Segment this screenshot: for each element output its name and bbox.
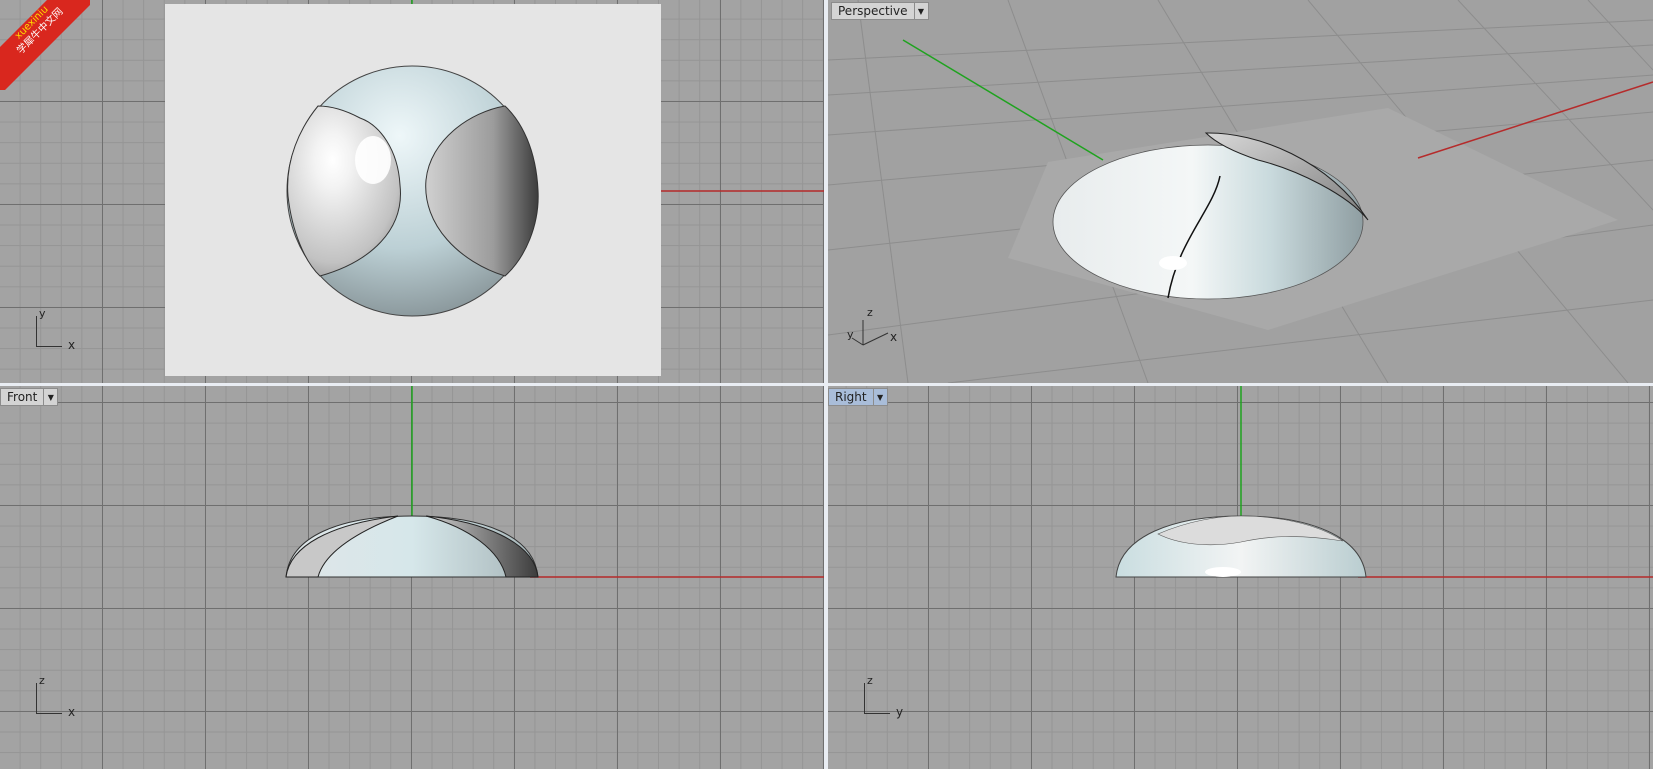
perspective-axis-indicator (851, 320, 889, 346)
axis-label-z: z (867, 306, 873, 319)
right-viewport-tab[interactable]: Right ▼ (828, 388, 888, 406)
highlight (1205, 567, 1241, 577)
axis-label-x: x (890, 330, 898, 344)
front-viewport[interactable]: Front ▼ z x (0, 386, 824, 769)
front-viewport-title: Front (7, 390, 38, 404)
right-viewport-title: Right (835, 390, 867, 404)
chevron-down-icon[interactable]: ▼ (872, 389, 887, 405)
chevron-down-icon[interactable]: ▼ (43, 389, 57, 405)
axis-label-y: y (39, 307, 46, 320)
top-viewport-scene (165, 0, 824, 376)
right-viewport[interactable]: Right ▼ z y (828, 386, 1653, 769)
front-axis-indicator: z x (36, 674, 96, 733)
top-viewport[interactable]: y x xuexiniu 学犀牛中文网 (0, 0, 824, 383)
axis-label-y: y (847, 328, 854, 341)
front-viewport-scene (285, 386, 824, 578)
top-axis-indicator: y x (36, 307, 96, 366)
axis-label-z: z (39, 674, 45, 687)
viewport-splitter-horizontal[interactable] (0, 383, 1653, 386)
axis-label-x: x (68, 338, 76, 352)
watermark-logo: xuexiniu 学犀牛中文网 (0, 0, 90, 90)
axis-label-x: x (68, 705, 76, 719)
perspective-viewport[interactable]: Perspective ▼ z x y (828, 0, 1653, 383)
right-viewport-scene (1115, 386, 1653, 578)
axis-label-y: y (896, 705, 904, 719)
highlight (355, 136, 391, 184)
front-viewport-tab[interactable]: Front ▼ (0, 388, 59, 406)
axis-label-z: z (867, 674, 873, 687)
right-axis-indicator: z y (864, 674, 924, 733)
